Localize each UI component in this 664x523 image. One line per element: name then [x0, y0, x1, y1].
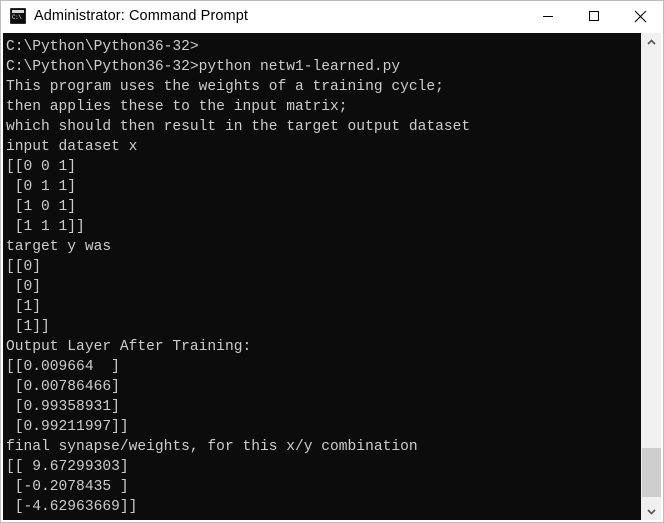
maximize-icon: [588, 10, 600, 22]
console-line: [0 1 1]: [6, 179, 77, 195]
console-line: This program uses the weights of a train…: [6, 79, 444, 95]
console-line: [1]: [6, 299, 42, 315]
scrollbar-track[interactable]: [642, 51, 661, 502]
vertical-scrollbar[interactable]: [641, 33, 661, 520]
command-prompt-icon: [10, 8, 26, 24]
console-line: target y was: [6, 239, 112, 255]
console-line: [-0.2078435 ]: [6, 479, 129, 495]
chevron-down-icon: [647, 502, 656, 520]
maximize-button[interactable]: [571, 1, 617, 31]
console-line: [1]]: [6, 319, 50, 335]
console-line: [0]: [6, 279, 42, 295]
window-title: Administrator: Command Prompt: [34, 8, 249, 24]
console-line: Output Layer After Training:: [6, 339, 252, 355]
console-line: [1 1 1]]: [6, 219, 85, 235]
console-line: which should then result in the target o…: [6, 119, 471, 135]
console-line: then applies these to the input matrix;: [6, 99, 348, 115]
titlebar-buttons: [525, 1, 663, 31]
console-line: input dataset x: [6, 139, 138, 155]
console-line: [0.00786466]: [6, 379, 120, 395]
scroll-up-button[interactable]: [642, 33, 661, 51]
console-line: [[ 9.67299303]: [6, 459, 129, 475]
console-line: C:\Python\Python36-32>python netw1-learn…: [6, 59, 401, 75]
console-line: [0.99211997]]: [6, 419, 129, 435]
minimize-icon: [542, 10, 554, 22]
console-output[interactable]: C:\Python\Python36-32> C:\Python\Python36…: [3, 33, 641, 520]
console-line: [[0.009664 ]: [6, 359, 120, 375]
console-area: C:\Python\Python36-32> C:\Python\Python36…: [1, 32, 663, 522]
close-button[interactable]: [617, 1, 663, 31]
console-line: [1 0 1]: [6, 199, 77, 215]
scrollbar-thumb[interactable]: [642, 447, 661, 498]
console-line: [[0]: [6, 259, 42, 275]
console-line: [[0 0 1]: [6, 159, 77, 175]
console-line: C:\Python\Python36-32>: [6, 39, 199, 55]
close-icon: [634, 10, 647, 23]
console-line: [0.99358931]: [6, 399, 120, 415]
minimize-button[interactable]: [525, 1, 571, 31]
scroll-down-button[interactable]: [642, 502, 661, 520]
titlebar[interactable]: Administrator: Command Prompt: [1, 1, 663, 32]
chevron-up-icon: [647, 33, 656, 51]
command-prompt-window: Administrator: Command Prompt: [0, 0, 664, 523]
console-line: final synapse/weights, for this x/y comb…: [6, 439, 418, 455]
console-line: [-4.62963669]]: [6, 499, 138, 515]
